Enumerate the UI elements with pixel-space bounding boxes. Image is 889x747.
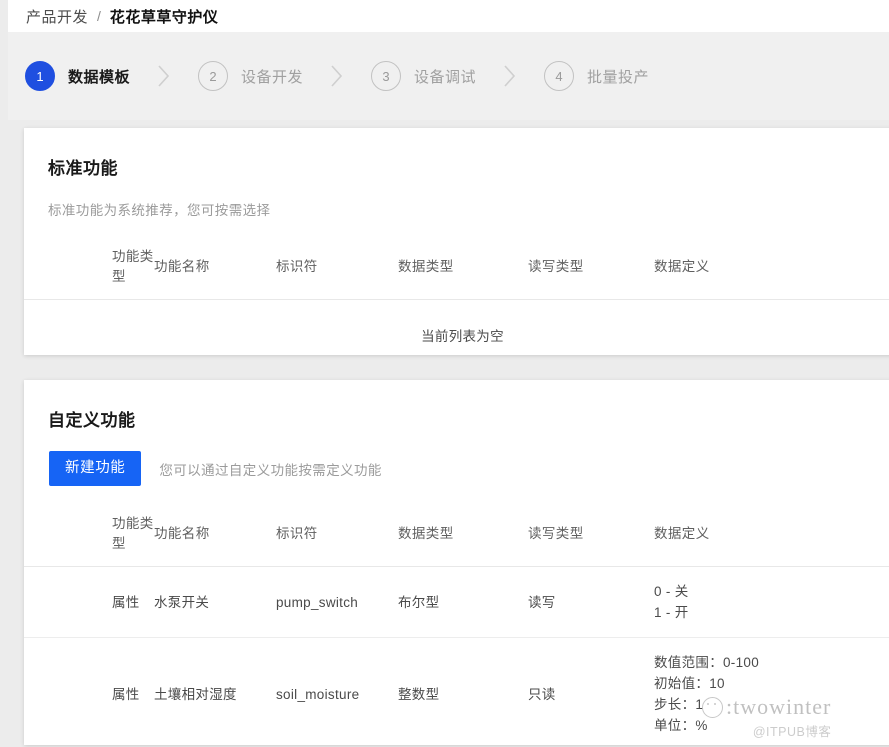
standard-functions-table: 功能类型 功能名称 标识符 数据类型 读写类型 数据定义 当前列表为空	[24, 235, 889, 355]
cell-function-name: 土壤相对湿度	[154, 637, 276, 745]
definition-line: 0 - 关	[654, 584, 689, 599]
chevron-right-icon	[502, 63, 518, 89]
custom-functions-card: 自定义功能 新建功能 您可以通过自定义功能按需定义功能 功能类型 功能名称 标识…	[24, 380, 889, 745]
create-function-button[interactable]: 新建功能	[49, 451, 142, 486]
step-label-2: 设备开发	[241, 68, 304, 86]
progress-stepper: 1 数据模板 2 设备开发 3 设备调试 4 批量投产	[8, 32, 889, 120]
column-header-function-name: 功能名称	[154, 235, 276, 300]
definition-line: 初始值：10	[654, 676, 725, 691]
table-row[interactable]: 属性 土壤相对湿度 soil_moisture 整数型 只读 数值范围：0-10…	[24, 637, 889, 745]
custom-functions-hint: 您可以通过自定义功能按需定义功能	[159, 462, 382, 478]
cell-identifier: pump_switch	[276, 566, 398, 638]
step-item-1[interactable]: 1 数据模板	[25, 61, 130, 91]
standard-functions-title: 标准功能	[48, 159, 118, 178]
column-header-access-type: 读写类型	[528, 235, 654, 300]
empty-list-message: 当前列表为空	[24, 299, 889, 355]
custom-functions-table: 功能类型 功能名称 标识符 数据类型 读写类型 数据定义 属性 水泵开关 pum…	[24, 502, 889, 745]
step-number-1: 1	[25, 61, 55, 91]
custom-functions-title: 自定义功能	[48, 411, 136, 430]
column-header-access-type: 读写类型	[528, 502, 654, 567]
step-number-3: 3	[371, 61, 402, 91]
breadcrumb-separator: /	[97, 8, 101, 24]
breadcrumb-current: 花花草草守护仪	[109, 8, 219, 26]
column-header-data-type: 数据类型	[398, 235, 528, 300]
cell-identifier: soil_moisture	[276, 637, 398, 745]
step-number-4: 4	[544, 61, 575, 91]
cell-function-name: 水泵开关	[154, 566, 276, 638]
table-header-row: 功能类型 功能名称 标识符 数据类型 读写类型 数据定义	[24, 502, 889, 567]
step-item-4[interactable]: 4 批量投产	[544, 61, 649, 91]
cell-access-type: 读写	[528, 566, 654, 638]
step-number-2: 2	[198, 61, 229, 91]
breadcrumb-parent-link[interactable]: 产品开发	[26, 6, 88, 27]
column-header-function-type: 功能类型	[24, 502, 154, 567]
table-header-row: 功能类型 功能名称 标识符 数据类型 读写类型 数据定义	[24, 235, 889, 300]
cell-data-type: 布尔型	[398, 566, 528, 638]
column-header-data-definition: 数据定义	[654, 235, 889, 300]
cell-function-type: 属性	[24, 566, 154, 638]
step-label-1: 数据模板	[68, 68, 131, 86]
step-label-3: 设备调试	[414, 68, 477, 86]
step-label-4: 批量投产	[587, 68, 650, 86]
step-item-2[interactable]: 2 设备开发	[198, 61, 303, 91]
definition-line: 数值范围：0-100	[654, 655, 760, 670]
cell-data-definition: 0 - 关 1 - 开	[654, 566, 889, 638]
column-header-data-type: 数据类型	[398, 502, 528, 567]
column-header-data-definition: 数据定义	[654, 502, 889, 567]
column-header-identifier: 标识符	[276, 235, 398, 300]
cell-function-type: 属性	[24, 637, 154, 745]
column-header-identifier: 标识符	[276, 502, 398, 567]
chevron-right-icon	[329, 63, 345, 89]
cell-data-type: 整数型	[398, 637, 528, 745]
standard-functions-card: 标准功能 标准功能为系统推荐，您可按需选择 功能类型 功能名称 标识符 数据类型…	[24, 128, 889, 355]
custom-functions-toolbar: 新建功能 您可以通过自定义功能按需定义功能	[49, 451, 889, 486]
cell-data-definition: 数值范围：0-100 初始值：10 步长：1 单位：%	[654, 637, 889, 745]
definition-line: 步长：1	[654, 697, 704, 712]
standard-functions-description: 标准功能为系统推荐，您可按需选择	[48, 203, 271, 218]
column-header-function-type: 功能类型	[24, 235, 154, 300]
chevron-right-icon	[156, 63, 172, 89]
table-row[interactable]: 属性 水泵开关 pump_switch 布尔型 读写 0 - 关 1 - 开	[24, 566, 889, 638]
column-header-function-name: 功能名称	[154, 502, 276, 567]
step-item-3[interactable]: 3 设备调试	[371, 61, 476, 91]
definition-line: 单位：%	[654, 718, 708, 733]
cell-access-type: 只读	[528, 637, 654, 745]
breadcrumb: 产品开发 / 花花草草守护仪	[8, 0, 889, 32]
definition-line: 1 - 开	[654, 605, 689, 620]
table-empty-row: 当前列表为空	[24, 299, 889, 355]
